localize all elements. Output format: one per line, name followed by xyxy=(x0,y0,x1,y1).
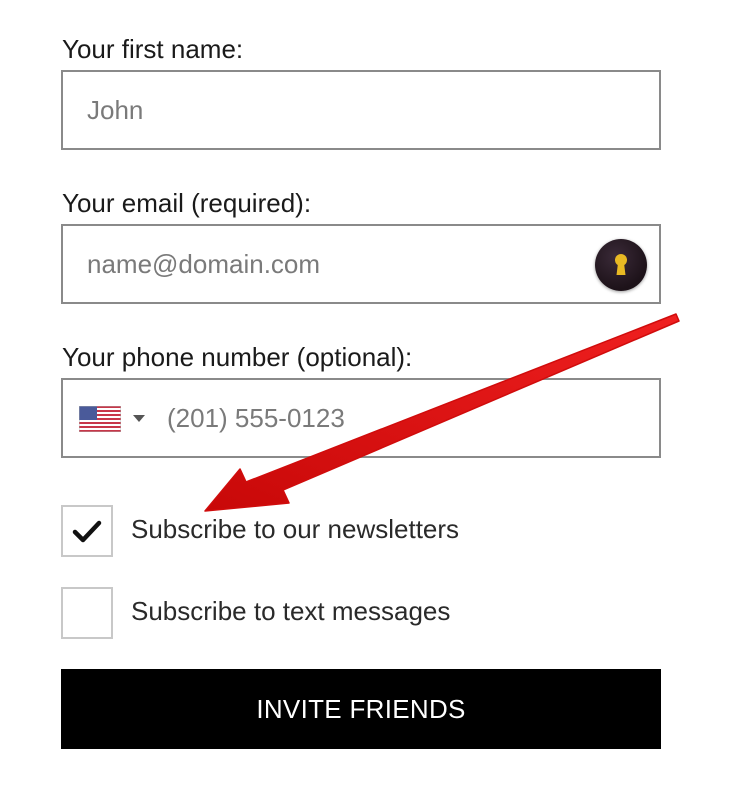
first-name-field-wrapper xyxy=(61,70,661,150)
keyhole-autofill-button[interactable] xyxy=(595,239,647,291)
invite-form: Your first name: Your email (required): … xyxy=(0,0,744,788)
email-label: Your email (required): xyxy=(62,188,312,218)
newsletter-checkbox-label: Subscribe to our newsletters xyxy=(131,514,460,544)
text-messages-checkbox-label: Subscribe to text messages xyxy=(131,596,451,626)
email-input[interactable] xyxy=(63,226,659,302)
text-messages-checkbox-row[interactable]: Subscribe to text messages xyxy=(61,587,681,639)
first-name-input[interactable] xyxy=(63,72,659,148)
newsletter-checkbox-row[interactable]: Subscribe to our newsletters xyxy=(61,505,681,557)
first-name-label: Your first name: xyxy=(62,34,244,64)
phone-field-wrapper xyxy=(61,378,661,458)
phone-input[interactable] xyxy=(63,380,659,456)
phone-label: Your phone number (optional): xyxy=(62,342,413,372)
newsletter-checkbox[interactable] xyxy=(61,505,113,557)
checkmark-icon xyxy=(72,520,102,543)
keyhole-icon xyxy=(615,254,627,275)
email-field-wrapper xyxy=(61,224,661,304)
text-messages-checkbox[interactable] xyxy=(61,587,113,639)
invite-friends-button[interactable]: INVITE FRIENDS xyxy=(61,669,661,749)
